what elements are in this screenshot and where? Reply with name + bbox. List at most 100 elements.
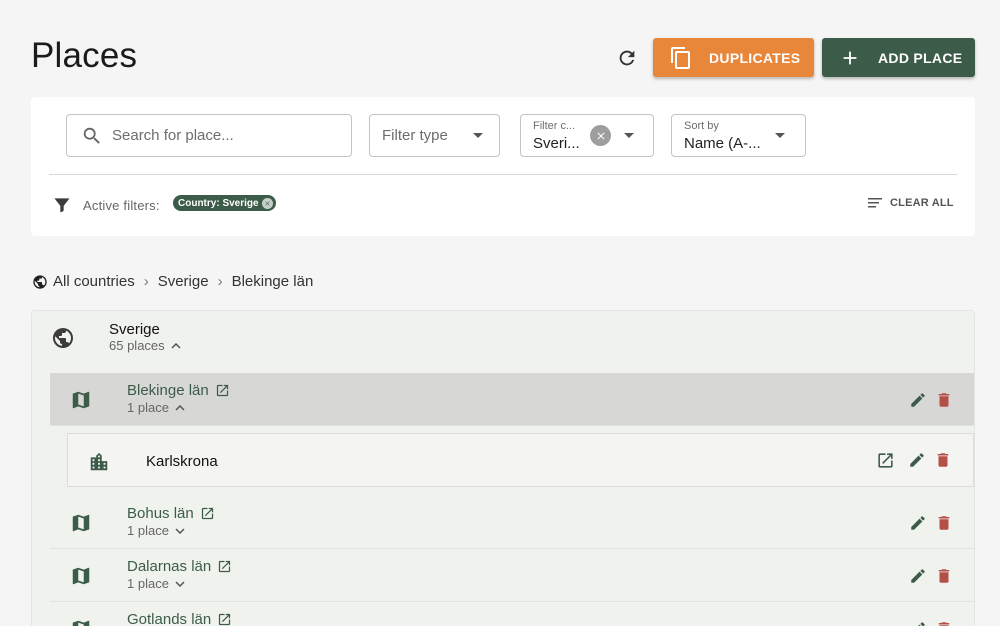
edit-button[interactable] — [907, 450, 927, 470]
clear-all-icon — [868, 198, 882, 208]
clear-all-button[interactable]: CLEAR ALL — [868, 197, 954, 209]
copy-icon — [653, 46, 709, 70]
pencil-icon — [918, 622, 925, 626]
add-place-button[interactable]: ADD PLACE — [822, 38, 975, 77]
pencil-icon — [911, 569, 925, 583]
region-place-count-label: 1 place — [127, 400, 169, 415]
place-row[interactable]: Karlskrona — [67, 433, 974, 487]
map-icon — [70, 389, 92, 411]
region-name-link[interactable]: Bohus län — [127, 505, 215, 522]
chevron-right-icon: › — [217, 273, 223, 290]
delete-button[interactable] — [934, 390, 954, 410]
filter-country-label: Filter c... — [533, 120, 576, 132]
breadcrumb-region: Blekinge län — [231, 273, 314, 290]
region-place-count-label: 1 place — [127, 576, 169, 591]
open-in-new-icon — [219, 613, 231, 626]
close-icon — [265, 200, 270, 206]
place-actions — [875, 450, 953, 470]
region-name: Blekinge län — [127, 382, 209, 399]
duplicates-button[interactable]: DUPLICATES — [653, 38, 814, 77]
region-row[interactable]: Dalarnas län 1 place — [50, 549, 974, 602]
trash-icon — [938, 622, 950, 626]
region-row[interactable]: Blekinge län 1 place — [50, 373, 974, 426]
region-row[interactable]: Bohus län 1 place — [50, 496, 974, 549]
globe-icon — [33, 274, 47, 289]
chevron-up-icon — [175, 404, 185, 411]
delete-button[interactable] — [934, 513, 954, 533]
duplicates-label: DUPLICATES — [709, 49, 801, 66]
breadcrumb-all-countries[interactable]: All countries — [53, 273, 135, 290]
search-field[interactable] — [66, 114, 352, 157]
clear-country-button[interactable] — [590, 125, 611, 146]
trash-icon — [937, 453, 949, 467]
country-row: Sverige 65 places — [32, 311, 974, 367]
active-filter-chip: Country: Sverige — [173, 195, 276, 211]
remove-filter-button[interactable] — [261, 197, 273, 209]
open-place-button[interactable] — [875, 450, 895, 470]
clear-all-label: CLEAR ALL — [890, 197, 954, 209]
edit-button[interactable] — [908, 566, 928, 586]
edit-button[interactable] — [908, 513, 928, 533]
filter-type-select[interactable]: Filter type — [369, 114, 500, 157]
dropdown-arrow-icon — [775, 133, 785, 138]
open-in-new-icon — [216, 384, 228, 397]
city-icon — [88, 451, 110, 473]
edit-button[interactable] — [908, 619, 928, 626]
add-place-label: ADD PLACE — [878, 49, 963, 66]
region-name: Dalarnas län — [127, 558, 212, 575]
chevron-right-icon: › — [143, 273, 149, 290]
region-place-count[interactable]: 1 place — [127, 400, 185, 415]
active-filter-chip-label: Country: Sverige — [178, 197, 259, 209]
breadcrumb: All countries › Sverige › Blekinge län — [32, 273, 313, 290]
region-actions — [908, 566, 954, 586]
breadcrumb-country[interactable]: Sverige — [158, 273, 209, 290]
delete-button[interactable] — [934, 566, 954, 586]
places-tree: Sverige 65 places Blekinge län 1 place K… — [31, 310, 975, 626]
region-row[interactable]: Gotlands län — [50, 602, 974, 626]
country-place-count-label: 65 places — [109, 338, 165, 353]
plus-icon — [822, 47, 878, 69]
filter-country-value: Sveri... — [533, 135, 580, 152]
region-place-count-label: 1 place — [127, 523, 169, 538]
edit-button[interactable] — [908, 390, 928, 410]
filter-country-select[interactable]: Filter c... Sveri... — [520, 114, 654, 157]
page-title: Places — [31, 36, 138, 75]
region-actions — [908, 619, 954, 626]
sort-by-label: Sort by — [684, 120, 719, 132]
pencil-icon — [910, 453, 924, 467]
country-name: Sverige — [109, 321, 160, 338]
region-name-link[interactable]: Dalarnas län — [127, 558, 232, 575]
open-in-new-icon — [219, 560, 231, 573]
divider — [49, 174, 957, 175]
search-input[interactable] — [112, 127, 332, 144]
region-name-link[interactable]: Gotlands län — [127, 611, 232, 626]
dropdown-arrow-icon — [624, 133, 634, 138]
filter-panel: Filter type Filter c... Sveri... Sort by… — [31, 97, 975, 236]
country-place-count[interactable]: 65 places — [109, 338, 181, 353]
sort-by-value: Name (A-... — [684, 135, 761, 152]
map-icon — [70, 618, 92, 626]
sort-by-select[interactable]: Sort by Name (A-... — [671, 114, 806, 157]
active-filters-label: Active filters: — [83, 198, 160, 213]
region-name: Bohus län — [127, 505, 194, 522]
dropdown-arrow-icon — [473, 133, 483, 138]
region-actions — [908, 513, 954, 533]
region-place-count[interactable]: 1 place — [127, 523, 185, 538]
pencil-icon — [911, 516, 925, 530]
filter-type-label: Filter type — [382, 127, 448, 144]
search-icon — [81, 125, 103, 147]
delete-button[interactable] — [933, 450, 953, 470]
region-name-link[interactable]: Blekinge län — [127, 382, 230, 399]
trash-icon — [938, 569, 950, 583]
region-place-count[interactable]: 1 place — [127, 576, 185, 591]
refresh-icon — [619, 50, 635, 66]
map-icon — [70, 565, 92, 587]
open-in-new-icon — [201, 507, 213, 520]
refresh-button[interactable] — [612, 43, 642, 73]
delete-button[interactable] — [934, 619, 954, 626]
place-name: Karlskrona — [146, 453, 218, 470]
chevron-down-icon — [175, 580, 185, 587]
close-icon — [597, 132, 604, 139]
region-name: Gotlands län — [127, 611, 212, 626]
map-icon — [70, 512, 92, 534]
